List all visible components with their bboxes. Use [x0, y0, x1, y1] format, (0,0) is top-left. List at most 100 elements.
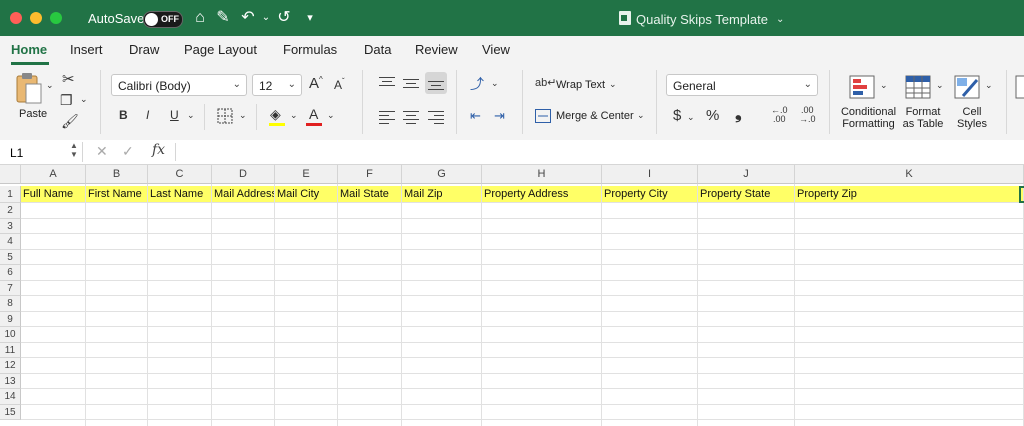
comma-style-button[interactable]: ❟ [735, 104, 742, 124]
column-header-e[interactable]: E [275, 165, 338, 184]
cell-d1[interactable]: Mail Address [212, 186, 275, 203]
format-as-table-dropdown-icon[interactable]: ⌄ [936, 80, 944, 91]
column-header-k[interactable]: K [795, 165, 1024, 184]
row-header-8[interactable]: 8 [0, 296, 21, 312]
paste-icon[interactable] [14, 72, 44, 106]
percent-button[interactable]: % [706, 107, 719, 124]
italic-button[interactable]: I [146, 108, 149, 122]
increase-decimal-icon[interactable]: ←.0.00 [771, 106, 788, 124]
home-icon[interactable]: ⌂ [190, 8, 210, 28]
number-format-select[interactable]: General ⌄ [666, 74, 818, 96]
selected-cell-l1[interactable] [1019, 186, 1024, 203]
merge-center-button[interactable]: Merge & Center [556, 110, 634, 122]
undo-dropdown-icon[interactable]: ⌄ [256, 8, 276, 28]
minimize-window-button[interactable] [30, 12, 42, 24]
row-header-11[interactable]: 11 [0, 342, 21, 358]
cancel-formula-icon[interactable]: ✕ [96, 143, 108, 160]
autosave-toggle[interactable]: OFF [143, 11, 183, 28]
select-all-corner[interactable] [0, 165, 21, 184]
underline-dropdown-icon[interactable]: ⌄ [187, 110, 195, 121]
underline-button[interactable]: U [170, 108, 179, 122]
document-title[interactable]: Quality Skips Template [636, 12, 768, 27]
row-header-6[interactable]: 6 [0, 265, 21, 281]
decrease-font-size-icon[interactable]: Aˇ [334, 77, 345, 92]
column-header-c[interactable]: C [148, 165, 212, 184]
middle-align-icon[interactable] [403, 76, 419, 90]
column-header-g[interactable]: G [402, 165, 482, 184]
customize-toolbar-icon[interactable]: ▾ [300, 8, 320, 28]
column-header-a[interactable]: A [21, 165, 86, 184]
font-color-dropdown-icon[interactable]: ⌄ [327, 110, 335, 121]
tab-insert[interactable]: Insert [70, 42, 103, 57]
tab-home[interactable]: Home [11, 42, 47, 57]
currency-dropdown-icon[interactable]: ⌄ [687, 112, 695, 123]
tab-data[interactable]: Data [364, 42, 391, 57]
save-icon[interactable]: ✎ [213, 8, 233, 28]
undo-icon[interactable]: ↶ [238, 8, 258, 28]
cut-icon[interactable]: ✂ [62, 70, 75, 88]
conditional-formatting-icon[interactable] [848, 74, 876, 100]
wrap-text-icon[interactable]: ab↵ [535, 76, 556, 89]
zoom-window-button[interactable] [50, 12, 62, 24]
cell-e1[interactable]: Mail City [275, 186, 338, 203]
wrap-text-dropdown-icon[interactable]: ⌄ [609, 79, 617, 90]
cell-b1[interactable]: First Name [86, 186, 148, 203]
align-left-icon[interactable] [379, 110, 395, 124]
merge-center-icon[interactable] [535, 109, 551, 123]
column-header-i[interactable]: I [602, 165, 698, 184]
orientation-icon[interactable]: ⤴ [470, 74, 484, 94]
insert-function-button[interactable]: fx [152, 142, 165, 158]
orientation-dropdown-icon[interactable]: ⌄ [491, 78, 499, 89]
wrap-text-button[interactable]: Wrap Text [556, 79, 605, 91]
row-header-5[interactable]: 5 [0, 249, 21, 265]
increase-indent-icon[interactable]: ⇥ [494, 108, 505, 124]
conditional-formatting-dropdown-icon[interactable]: ⌄ [880, 80, 888, 91]
currency-button[interactable]: $ [673, 107, 681, 124]
merge-center-dropdown-icon[interactable]: ⌄ [637, 110, 645, 121]
bold-button[interactable]: B [119, 108, 128, 122]
align-right-icon[interactable] [428, 110, 444, 124]
font-color-icon[interactable]: A [309, 106, 318, 122]
column-header-b[interactable]: B [86, 165, 148, 184]
cell-styles-dropdown-icon[interactable]: ⌄ [985, 80, 993, 91]
conditional-formatting-label[interactable]: Conditional Formatting [840, 106, 897, 130]
paste-dropdown-icon[interactable]: ⌄ [46, 80, 54, 91]
row-header-15[interactable]: 15 [0, 404, 21, 420]
cell-a1[interactable]: Full Name [21, 186, 86, 203]
cell-k1[interactable]: Property Zip [795, 186, 1024, 203]
row-header-9[interactable]: 9 [0, 311, 21, 327]
format-as-table-label[interactable]: Format as Table [900, 106, 946, 130]
copy-icon[interactable]: ❐ [60, 92, 73, 109]
cell-i1[interactable]: Property City [602, 186, 698, 203]
row-header-1[interactable]: 1 [0, 186, 21, 203]
row-header-10[interactable]: 10 [0, 327, 21, 343]
format-as-table-icon[interactable] [904, 74, 932, 100]
top-align-icon[interactable] [379, 76, 395, 90]
column-header-f[interactable]: F [338, 165, 402, 184]
row-header-3[interactable]: 3 [0, 218, 21, 234]
row-header-7[interactable]: 7 [0, 280, 21, 296]
align-center-icon[interactable] [403, 110, 419, 124]
name-box[interactable]: L1 ▲ ▼ [4, 141, 83, 162]
borders-dropdown-icon[interactable]: ⌄ [239, 110, 247, 121]
cell-c1[interactable]: Last Name [148, 186, 212, 203]
column-header-d[interactable]: D [212, 165, 275, 184]
redo-icon[interactable]: ↺ [274, 8, 294, 28]
column-header-h[interactable]: H [482, 165, 602, 184]
fill-color-dropdown-icon[interactable]: ⌄ [290, 110, 298, 121]
tab-view[interactable]: View [482, 42, 510, 57]
font-name-select[interactable]: Calibri (Body) ⌄ [111, 74, 247, 96]
increase-font-size-icon[interactable]: A^ [309, 75, 323, 92]
enter-formula-icon[interactable]: ✓ [122, 143, 134, 160]
tab-page-layout[interactable]: Page Layout [184, 42, 257, 57]
cell-j1[interactable]: Property State [698, 186, 795, 203]
font-size-select[interactable]: 12 ⌄ [252, 74, 302, 96]
tab-draw[interactable]: Draw [129, 42, 159, 57]
cell-g1[interactable]: Mail Zip [402, 186, 482, 203]
format-painter-icon[interactable]: 🖌 [61, 113, 79, 130]
borders-icon[interactable] [217, 108, 233, 124]
cell-h1[interactable]: Property Address [482, 186, 602, 203]
row-header-12[interactable]: 12 [0, 358, 21, 374]
decrease-indent-icon[interactable]: ⇤ [470, 108, 481, 124]
copy-dropdown-icon[interactable]: ⌄ [80, 94, 88, 105]
